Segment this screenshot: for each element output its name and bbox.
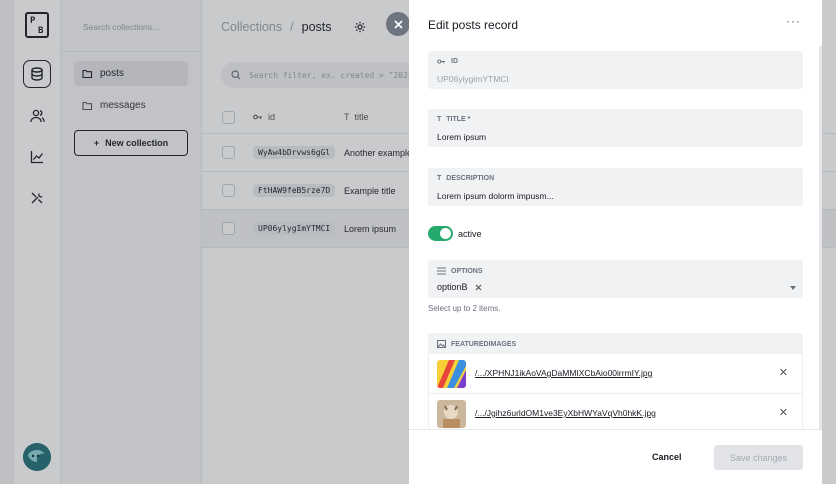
file-link[interactable]: /.../XPHNJ1ikAoVAgDaMMIXCbAio00irrmIY.jp… bbox=[475, 368, 652, 378]
key-icon bbox=[437, 59, 445, 64]
list-icon bbox=[437, 267, 446, 275]
file-item: /.../XPHNJ1ikAoVAgDaMMIXCbAio00irrmIY.jp… bbox=[428, 354, 803, 394]
title-field-label: T TITLE * bbox=[437, 116, 470, 123]
remove-file-button[interactable]: ✕ bbox=[779, 406, 788, 419]
description-value: Lorem ipsum dolorm impusm... bbox=[437, 191, 554, 201]
options-label-text: OPTIONS bbox=[451, 267, 483, 275]
panel-footer: Cancel Save changes bbox=[409, 429, 822, 484]
chevron-down-icon[interactable] bbox=[790, 286, 796, 290]
text-type-icon: T bbox=[437, 175, 442, 182]
title-label-text: TITLE * bbox=[446, 116, 471, 123]
selected-option-label: optionB bbox=[437, 282, 468, 292]
active-toggle[interactable] bbox=[428, 226, 453, 241]
file-item: /.../Jgihz6urldOM1ve3EyXbHWYaVqVh0hkK.jp… bbox=[428, 394, 803, 434]
description-field[interactable]: T DESCRIPTION Lorem ipsum dolorm impusm.… bbox=[428, 168, 803, 206]
description-field-label: T DESCRIPTION bbox=[437, 175, 494, 182]
active-toggle-label: active bbox=[458, 229, 482, 239]
description-label-text: DESCRIPTION bbox=[446, 175, 495, 182]
remove-option-icon[interactable] bbox=[475, 284, 482, 291]
selected-option-chip: optionB bbox=[437, 282, 482, 292]
panel-title: Edit posts record bbox=[428, 18, 519, 32]
id-label-text: ID bbox=[451, 58, 458, 65]
close-panel-button[interactable] bbox=[386, 12, 410, 36]
title-value: Lorem ipsum bbox=[437, 132, 487, 142]
text-type-icon: T bbox=[437, 116, 442, 123]
image-thumbnail[interactable] bbox=[437, 400, 466, 428]
remove-file-button[interactable]: ✕ bbox=[779, 366, 788, 379]
image-icon bbox=[437, 340, 446, 348]
close-icon bbox=[393, 19, 403, 29]
featuredimages-header: FEATUREDIMAGES bbox=[428, 333, 803, 354]
image-thumbnail[interactable] bbox=[437, 360, 466, 388]
options-select[interactable]: OPTIONS optionB bbox=[428, 260, 803, 298]
options-hint: Select up to 2 items. bbox=[428, 304, 501, 313]
options-field-label: OPTIONS bbox=[437, 267, 483, 275]
id-field[interactable]: ID UP06yiygimYTMCI bbox=[428, 51, 803, 89]
more-options-button[interactable]: ··· bbox=[786, 14, 801, 28]
id-value: UP06yiygimYTMCI bbox=[437, 74, 509, 84]
edit-record-panel: Edit posts record ··· ID UP06yiygimYTMCI… bbox=[409, 0, 822, 484]
save-changes-button[interactable]: Save changes bbox=[714, 445, 803, 470]
id-field-label: ID bbox=[437, 58, 458, 65]
featuredimages-label-text: FEATUREDIMAGES bbox=[451, 340, 517, 348]
file-link[interactable]: /.../Jgihz6urldOM1ve3EyXbHWYaVqVh0hkK.jp… bbox=[475, 408, 656, 418]
featuredimages-label: FEATUREDIMAGES bbox=[437, 340, 516, 348]
cancel-button[interactable]: Cancel bbox=[652, 452, 682, 462]
title-field[interactable]: T TITLE * Lorem ipsum bbox=[428, 109, 803, 147]
panel-scrollbar[interactable] bbox=[819, 46, 822, 429]
